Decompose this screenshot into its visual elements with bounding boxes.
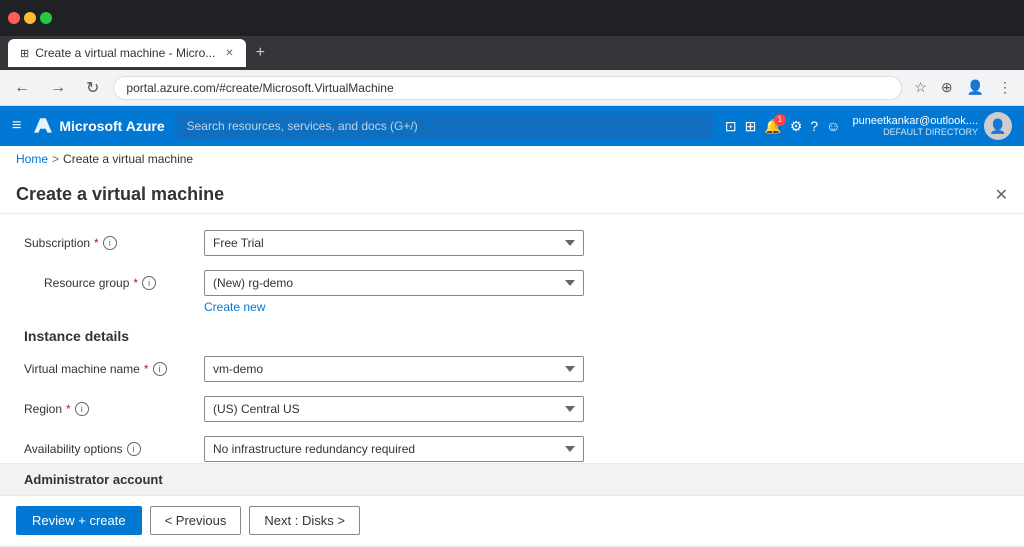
new-tab-button[interactable]: + — [250, 44, 271, 62]
window-close-button[interactable] — [8, 12, 20, 24]
settings-icon[interactable]: ⚙ — [790, 118, 803, 135]
window-maximize-button[interactable] — [40, 12, 52, 24]
tab-favicon: ⊞ — [20, 47, 29, 60]
availability-info-icon[interactable]: i — [127, 442, 141, 456]
azure-logo: Microsoft Azure — [33, 116, 164, 136]
panel-footer: Review + create < Previous Next : Disks … — [0, 495, 1024, 545]
notification-badge: 1 — [774, 114, 786, 126]
refresh-button[interactable]: ↻ — [80, 76, 105, 100]
user-info[interactable]: puneetkankar@outlook.... DEFAULT DIRECTO… — [852, 112, 1012, 140]
tab-bar: ⊞ Create a virtual machine - Micro... ✕ … — [0, 36, 1024, 70]
azure-header: ≡ Microsoft Azure ⊡ ⊞ 🔔 1 ⚙ ? ☺ puneetka… — [0, 106, 1024, 146]
subscription-select[interactable]: Free Trial — [204, 230, 584, 256]
back-button[interactable]: ← — [8, 77, 36, 99]
instance-details-section: Instance details — [24, 328, 1000, 344]
azure-search-input[interactable] — [177, 113, 713, 139]
breadcrumb-separator: > — [52, 152, 59, 166]
vm-name-control: vm-demo — [204, 356, 584, 382]
tab-close-icon[interactable]: ✕ — [225, 48, 233, 59]
feedback-icon[interactable]: ☺ — [826, 118, 840, 134]
availability-row: Availability options i No infrastructure… — [24, 436, 1000, 462]
window-controls — [8, 12, 52, 24]
form-content: Subscription * i Free Trial Resource gro… — [0, 214, 1024, 463]
browser-chrome — [0, 0, 1024, 36]
tab-title: Create a virtual machine - Micro... — [35, 46, 215, 60]
breadcrumb-current: Create a virtual machine — [63, 152, 193, 166]
user-directory: DEFAULT DIRECTORY — [852, 127, 978, 137]
resource-group-row: Resource group * i (New) rg-demo Create … — [24, 270, 1000, 314]
vm-name-info-icon[interactable]: i — [153, 362, 167, 376]
availability-control: No infrastructure redundancy required — [204, 436, 584, 462]
resource-group-label-container: Resource group * i — [24, 270, 204, 290]
directory-icon[interactable]: ⊞ — [745, 118, 757, 135]
notifications-icon[interactable]: 🔔 1 — [764, 118, 781, 135]
user-email: puneetkankar@outlook.... — [852, 115, 978, 127]
resource-group-select[interactable]: (New) rg-demo — [204, 270, 584, 296]
help-icon[interactable]: ? — [810, 118, 818, 134]
subscription-info-icon[interactable]: i — [103, 236, 117, 250]
admin-section-header: Administrator account — [0, 463, 1024, 495]
review-create-button[interactable]: Review + create — [16, 506, 142, 535]
availability-label: Availability options i — [24, 436, 204, 456]
cloud-shell-icon[interactable]: ⊡ — [725, 118, 737, 135]
address-bar: ← → ↻ ☆ ⊕ 👤 ⋮ — [0, 70, 1024, 106]
vm-name-label: Virtual machine name * i — [24, 356, 204, 376]
availability-select[interactable]: No infrastructure redundancy required — [204, 436, 584, 462]
forward-button[interactable]: → — [44, 77, 72, 99]
rg-required: * — [133, 276, 138, 290]
active-tab[interactable]: ⊞ Create a virtual machine - Micro... ✕ — [8, 39, 246, 67]
breadcrumb-home[interactable]: Home — [16, 152, 48, 166]
user-avatar[interactable]: 👤 — [984, 112, 1012, 140]
subscription-required: * — [94, 236, 99, 250]
extension-icon[interactable]: ⊕ — [937, 77, 957, 98]
rg-info-icon[interactable]: i — [142, 276, 156, 290]
panel-title: Create a virtual machine — [16, 184, 224, 205]
region-control: (US) Central US — [204, 396, 584, 422]
previous-button[interactable]: < Previous — [150, 506, 242, 535]
azure-logo-text: Microsoft Azure — [59, 118, 164, 134]
breadcrumb: Home > Create a virtual machine — [0, 146, 1024, 172]
window-minimize-button[interactable] — [24, 12, 36, 24]
region-select[interactable]: (US) Central US — [204, 396, 584, 422]
resource-group-label: Resource group — [24, 276, 129, 290]
vm-name-select[interactable]: vm-demo — [204, 356, 584, 382]
menu-icon[interactable]: ⋮ — [994, 77, 1016, 98]
hamburger-icon[interactable]: ≡ — [12, 117, 21, 135]
address-bar-icons: ☆ ⊕ 👤 ⋮ — [910, 77, 1016, 98]
subscription-control: Free Trial — [204, 230, 584, 256]
profile-icon[interactable]: 👤 — [963, 77, 988, 98]
resource-group-control: (New) rg-demo Create new — [204, 270, 584, 314]
region-info-icon[interactable]: i — [75, 402, 89, 416]
panel-header: Create a virtual machine ✕ — [0, 172, 1024, 214]
subscription-label: Subscription * i — [24, 230, 204, 250]
region-label: Region * i — [24, 396, 204, 416]
azure-logo-icon — [33, 116, 53, 136]
header-icons: ⊡ ⊞ 🔔 1 ⚙ ? ☺ — [725, 118, 841, 135]
region-row: Region * i (US) Central US — [24, 396, 1000, 422]
subscription-row: Subscription * i Free Trial — [24, 230, 1000, 256]
next-disks-button[interactable]: Next : Disks > — [249, 506, 360, 535]
create-vm-panel: Create a virtual machine ✕ Subscription … — [0, 172, 1024, 545]
create-new-link[interactable]: Create new — [204, 300, 584, 314]
vm-name-row: Virtual machine name * i vm-demo — [24, 356, 1000, 382]
panel-close-button[interactable]: ✕ — [995, 185, 1008, 205]
bookmark-icon[interactable]: ☆ — [910, 77, 931, 98]
address-input[interactable] — [113, 76, 902, 100]
